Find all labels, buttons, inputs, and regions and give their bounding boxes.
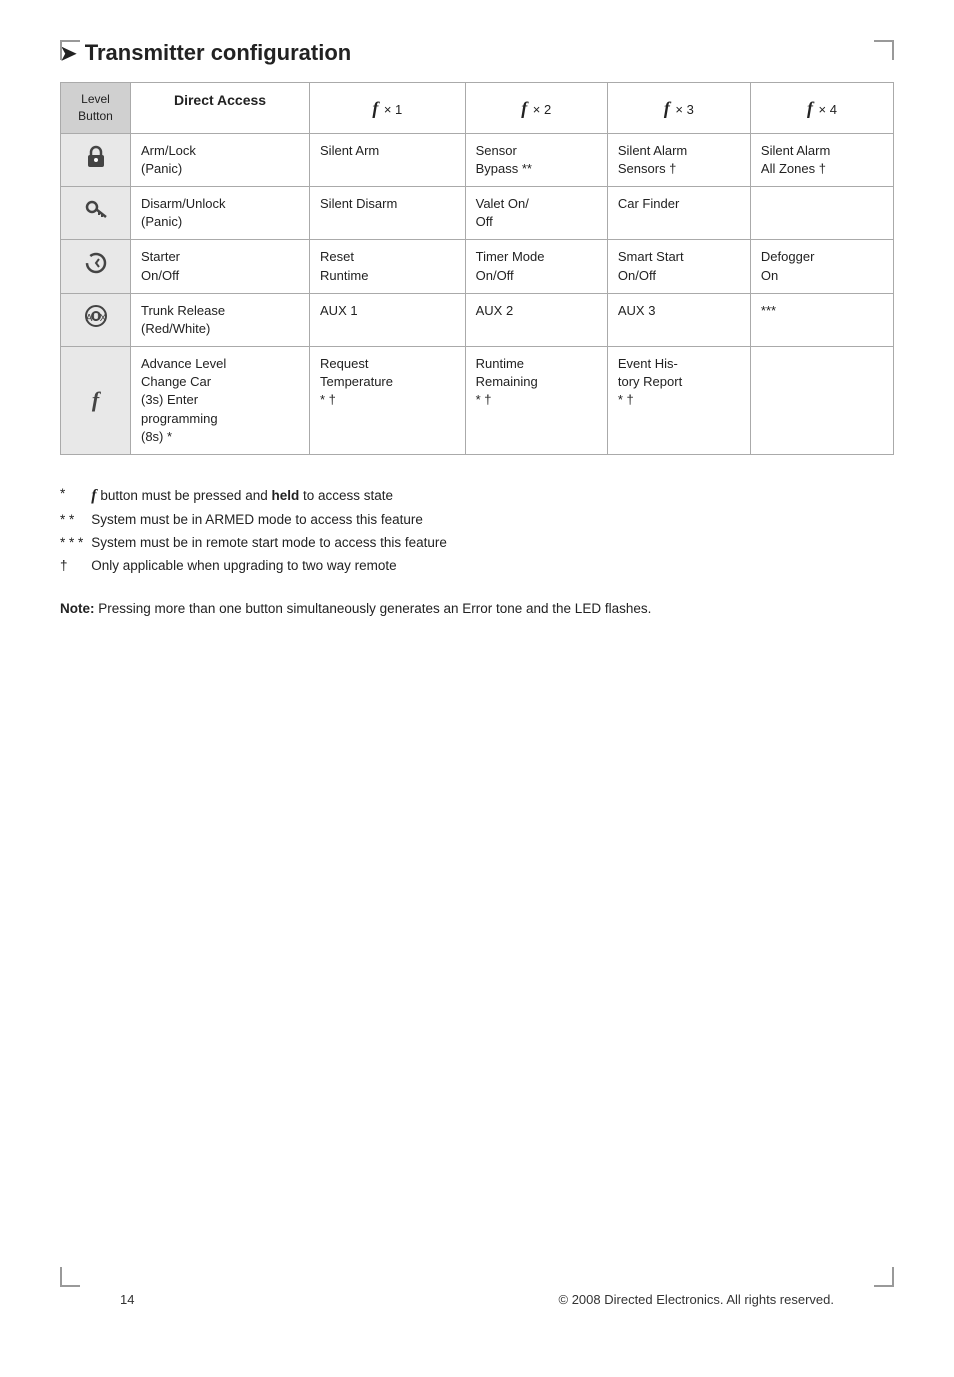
cell-row2-col2: ResetRuntime xyxy=(310,240,466,293)
cell-row4-col2: RequestTemperature* † xyxy=(310,347,466,455)
col-header-level: LevelButton xyxy=(61,83,131,134)
corner-top-right xyxy=(874,40,894,60)
table-row: AUX Trunk Release(Red/White)AUX 1AUX 2AU… xyxy=(61,293,894,346)
cell-row1-col1: Disarm/Unlock(Panic) xyxy=(131,186,310,239)
cell-row3-col5: *** xyxy=(750,293,893,346)
col-header-direct: Direct Access xyxy=(131,83,310,134)
cell-row0-col3: SensorBypass ** xyxy=(465,133,607,186)
table-row: StarterOn/OffResetRuntimeTimer ModeOn/Of… xyxy=(61,240,894,293)
footnote-text-star: f button must be pressed and held to acc… xyxy=(91,483,455,509)
icon-f-button: f xyxy=(61,347,131,455)
cell-row3-col4: AUX 3 xyxy=(607,293,750,346)
cell-row3-col2: AUX 1 xyxy=(310,293,466,346)
cell-row4-col1: Advance LevelChange Car(3s) Enterprogram… xyxy=(131,347,310,455)
f3-symbol: f xyxy=(664,98,670,118)
table-row: Arm/Lock(Panic)Silent ArmSensorBypass **… xyxy=(61,133,894,186)
page-title: ➤ Transmitter configuration xyxy=(60,40,894,66)
footnote-text-2star: System must be in ARMED mode to access t… xyxy=(91,509,455,532)
note-text: Pressing more than one button simultaneo… xyxy=(98,601,651,616)
page-footer: 14 © 2008 Directed Electronics. All righ… xyxy=(120,1292,834,1307)
f1-mult: × 1 xyxy=(384,102,402,117)
f2-mult: × 2 xyxy=(533,102,551,117)
cell-row4-col5 xyxy=(750,347,893,455)
f2-symbol: f xyxy=(521,98,527,118)
col-header-f1: f × 1 xyxy=(310,83,466,134)
icon-starter xyxy=(61,240,131,293)
held-text: held xyxy=(271,488,299,503)
cell-row3-col3: AUX 2 xyxy=(465,293,607,346)
svg-text:AUX: AUX xyxy=(85,313,106,324)
f-inline-icon: f xyxy=(91,487,96,504)
cell-row2-col1: StarterOn/Off xyxy=(131,240,310,293)
cell-row3-col1: Trunk Release(Red/White) xyxy=(131,293,310,346)
corner-top-left xyxy=(60,40,80,60)
footnote-text-3star: System must be in remote start mode to a… xyxy=(91,532,455,555)
cell-row1-col2: Silent Disarm xyxy=(310,186,466,239)
footnotes-section: * f button must be pressed and held to a… xyxy=(60,483,894,578)
footnote-symbol-star: * xyxy=(60,483,91,509)
footnote-symbol-2star: * * xyxy=(60,509,91,532)
col-header-f4: f × 4 xyxy=(750,83,893,134)
footnote-text-dagger: Only applicable when upgrading to two wa… xyxy=(91,555,455,578)
col-header-f3: f × 3 xyxy=(607,83,750,134)
cell-row0-col4: Silent AlarmSensors † xyxy=(607,133,750,186)
footnote-row-star: * f button must be pressed and held to a… xyxy=(60,483,455,509)
title-text: Transmitter configuration xyxy=(85,40,351,66)
footnote-row-3star: * * * System must be in remote start mod… xyxy=(60,532,455,555)
cell-row4-col4: Event His-tory Report* † xyxy=(607,347,750,455)
icon-aux: AUX xyxy=(61,293,131,346)
footnote-star-before: button must be pressed and xyxy=(100,488,271,503)
cell-row2-col5: DefoggerOn xyxy=(750,240,893,293)
table-row: fAdvance LevelChange Car(3s) Enterprogra… xyxy=(61,347,894,455)
footnote-star-after: to access state xyxy=(303,488,393,503)
table-row: Disarm/Unlock(Panic)Silent DisarmValet O… xyxy=(61,186,894,239)
cell-row2-col4: Smart StartOn/Off xyxy=(607,240,750,293)
cell-row0-col2: Silent Arm xyxy=(310,133,466,186)
f4-symbol: f xyxy=(807,98,813,118)
copyright-text: © 2008 Directed Electronics. All rights … xyxy=(559,1292,834,1307)
footnote-row-dagger: † Only applicable when upgrading to two … xyxy=(60,555,455,578)
footnotes-table: * f button must be pressed and held to a… xyxy=(60,483,455,578)
page-number: 14 xyxy=(120,1292,134,1307)
corner-bottom-left xyxy=(60,1267,80,1287)
cell-row1-col5 xyxy=(750,186,893,239)
f1-symbol: f xyxy=(372,98,378,118)
note-label: Note: xyxy=(60,601,95,616)
footnote-symbol-3star: * * * xyxy=(60,532,91,555)
page-wrapper: ➤ Transmitter configuration LevelButton … xyxy=(60,40,894,1337)
footnote-symbol-dagger: † xyxy=(60,555,91,578)
icon-lock xyxy=(61,133,131,186)
cell-row1-col4: Car Finder xyxy=(607,186,750,239)
cell-row4-col3: RuntimeRemaining* † xyxy=(465,347,607,455)
note-section: Note: Pressing more than one button simu… xyxy=(60,598,894,620)
cell-row0-col5: Silent AlarmAll Zones † xyxy=(750,133,893,186)
footnote-row-2star: * * System must be in ARMED mode to acce… xyxy=(60,509,455,532)
cell-row2-col3: Timer ModeOn/Off xyxy=(465,240,607,293)
icon-key xyxy=(61,186,131,239)
corner-bottom-right xyxy=(874,1267,894,1287)
f3-mult: × 3 xyxy=(675,102,693,117)
cell-row1-col3: Valet On/Off xyxy=(465,186,607,239)
col-header-f2: f × 2 xyxy=(465,83,607,134)
configuration-table: LevelButton Direct Access f × 1 f × 2 f … xyxy=(60,82,894,455)
cell-row0-col1: Arm/Lock(Panic) xyxy=(131,133,310,186)
f4-mult: × 4 xyxy=(818,102,836,117)
